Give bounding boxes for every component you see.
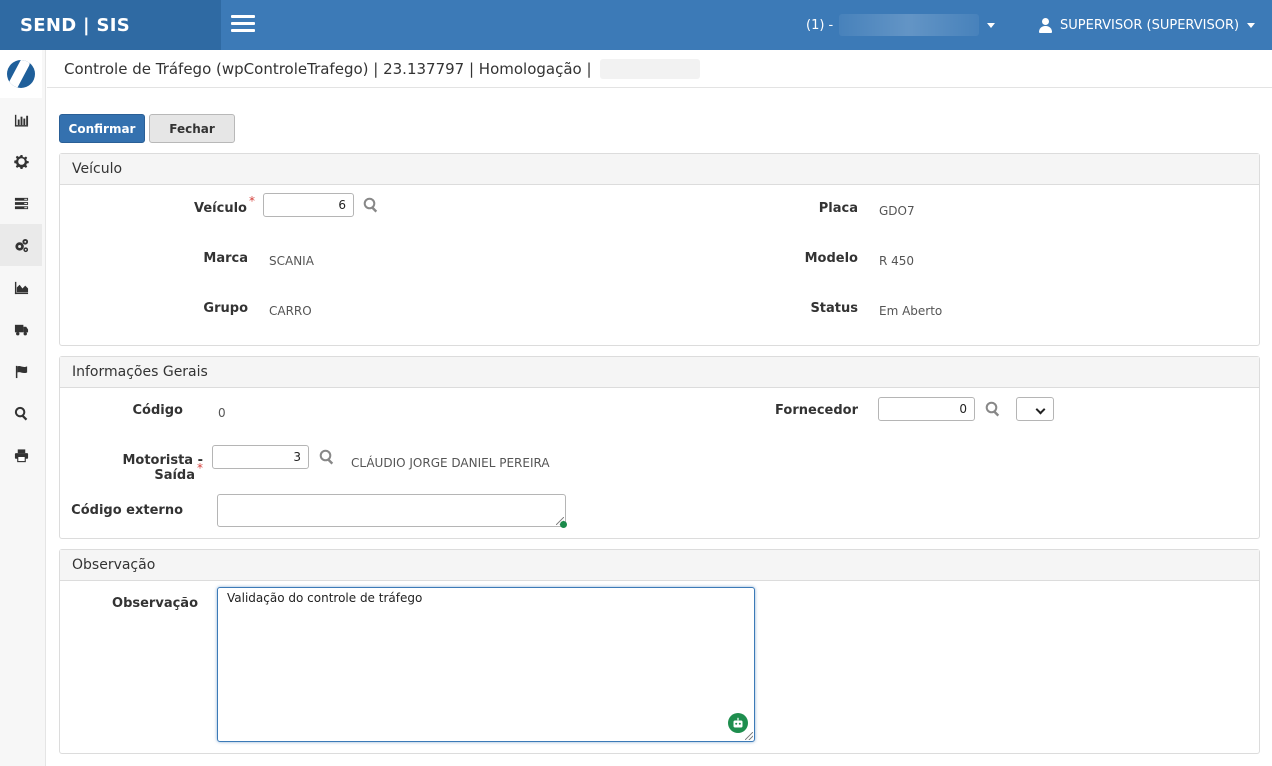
group-label: Grupo: [203, 301, 248, 316]
model-label: Modelo: [804, 251, 858, 266]
user-name: SUPERVISOR (SUPERVISOR): [1060, 17, 1240, 33]
general-info-panel: Informações Gerais Código 0 Fornecedor 0…: [59, 356, 1260, 539]
chevron-down-icon: [1247, 22, 1256, 28]
sidebar-item-charts[interactable]: [0, 266, 42, 308]
search-icon: [14, 406, 27, 421]
observation-text: Validação do controle de tráfego: [227, 591, 423, 605]
driver-label: Motorista - Saída *: [122, 453, 203, 483]
plate-label: Placa: [818, 201, 858, 216]
code-label: Código: [132, 403, 183, 418]
plate-value: GDO7: [879, 204, 915, 218]
driver-search-icon[interactable]: [319, 449, 335, 465]
required-marker: *: [197, 461, 203, 475]
vehicle-search-icon[interactable]: [363, 197, 379, 213]
driver-name: CLÁUDIO JORGE DANIEL PEREIRA: [351, 456, 550, 470]
company-selector[interactable]: (1) -: [806, 0, 996, 50]
status-value: Em Aberto: [879, 304, 943, 318]
sidebar-item-fleet[interactable]: [0, 308, 42, 350]
sidebar-item-reports[interactable]: [0, 98, 42, 140]
flag-icon: [15, 365, 27, 378]
vehicle-input[interactable]: 6: [263, 193, 354, 217]
list-icon: [14, 197, 28, 209]
area-chart-icon: [14, 281, 28, 294]
sidebar-item-checklist[interactable]: [0, 350, 42, 392]
model-value: R 450: [879, 254, 915, 268]
external-code-input[interactable]: [217, 494, 566, 527]
gears-icon: [14, 238, 28, 252]
sidebar-item-operations[interactable]: [0, 224, 42, 266]
sidebar-item-print[interactable]: [0, 434, 42, 476]
breadcrumb-text: Controle de Tráfego (wpControleTrafego) …: [64, 59, 592, 78]
vehicle-panel-title: Veículo: [60, 154, 1259, 185]
brand-label: Marca: [203, 251, 248, 266]
assistant-bot-icon[interactable]: [728, 713, 748, 733]
resize-handle[interactable]: [745, 732, 753, 740]
company-name-redacted: [839, 14, 980, 36]
close-button[interactable]: Fechar: [149, 114, 235, 143]
sidebar-item-search[interactable]: [0, 392, 42, 434]
driver-input[interactable]: 3: [212, 445, 309, 469]
observation-textarea[interactable]: Validação do controle de tráfego: [217, 587, 755, 742]
menu-toggle-icon[interactable]: [231, 15, 255, 33]
sidebar-item-settings[interactable]: [0, 140, 42, 182]
gear-icon: [13, 154, 29, 169]
status-label: Status: [810, 301, 858, 316]
top-bar: SEND | SIS (1) - SUPERVISOR (SUPERVISOR): [0, 0, 1272, 50]
chevron-down-icon: [987, 22, 996, 28]
code-value: 0: [218, 406, 226, 420]
user-icon: [1039, 17, 1052, 33]
bar-chart-icon: [14, 114, 28, 127]
sidebar-logo[interactable]: [0, 50, 42, 98]
brand-logo[interactable]: SEND | SIS: [0, 0, 221, 50]
logo-icon: [7, 60, 35, 88]
external-code-label: Código externo: [71, 503, 183, 518]
general-info-panel-title: Informações Gerais: [60, 357, 1259, 388]
truck-icon: [14, 324, 28, 335]
sidebar: [0, 50, 46, 766]
page-title: Controle de Tráfego (wpControleTrafego) …: [47, 50, 1272, 88]
supplier-input[interactable]: 0: [878, 397, 975, 421]
sidebar-item-registers[interactable]: [0, 182, 42, 224]
observation-panel-title: Observação: [60, 550, 1259, 581]
vehicle-panel: Veículo Veículo * 6 Placa GDO7 Marca SCAN…: [59, 153, 1260, 346]
required-marker: *: [249, 194, 255, 208]
environment-redacted: [599, 58, 700, 79]
print-icon: [14, 448, 28, 462]
observation-label: Observação: [112, 596, 198, 611]
user-menu[interactable]: SUPERVISOR (SUPERVISOR): [1039, 0, 1256, 50]
observation-panel: Observação Observação Validação do contr…: [59, 549, 1260, 754]
status-dot-icon: [560, 521, 567, 528]
company-prefix: (1) -: [806, 17, 834, 33]
brand-value: SCANIA: [269, 254, 314, 268]
supplier-label: Fornecedor: [775, 403, 858, 418]
group-value: CARRO: [269, 304, 312, 318]
supplier-search-icon[interactable]: [985, 401, 1001, 417]
supplier-select[interactable]: [1016, 397, 1054, 421]
confirm-button[interactable]: Confirmar: [59, 114, 145, 143]
vehicle-label: Veículo *: [194, 194, 255, 216]
